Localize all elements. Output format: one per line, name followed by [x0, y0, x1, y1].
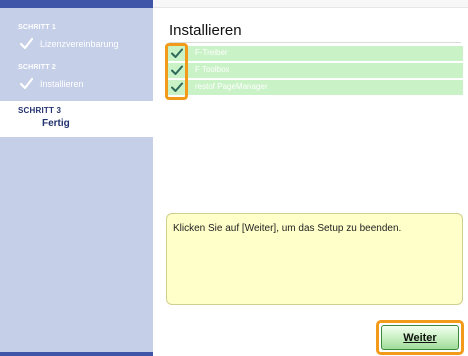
- list-item: F-Treiber: [167, 46, 463, 61]
- checkmarks-highlight: [165, 43, 188, 100]
- step-name: Installieren: [40, 79, 84, 89]
- check-icon: [20, 38, 33, 50]
- component-label: restof PageManager: [195, 82, 268, 91]
- step-sidebar: SCHRITT 1 Lizenzvereinbarung SCHRITT 2 I…: [0, 8, 153, 356]
- next-button-label: Weiter: [403, 331, 437, 344]
- top-bar: [0, 0, 468, 8]
- component-label: F-Treiber: [195, 48, 228, 57]
- check-icon: [20, 78, 33, 90]
- top-bar-rest: [153, 0, 468, 8]
- sidebar-step-2: SCHRITT 2 Installieren: [0, 60, 153, 94]
- sidebar-step-1: SCHRITT 1 Lizenzvereinbarung: [0, 20, 153, 54]
- step-number: SCHRITT 3: [18, 106, 62, 115]
- list-item: restof PageManager: [167, 80, 463, 95]
- component-label: F Toolbox: [195, 65, 230, 74]
- title-divider: [169, 42, 461, 43]
- step-number: SCHRITT 2: [18, 64, 56, 71]
- list-item: F Toolbox: [167, 63, 463, 78]
- main-panel: Installieren F-Treiber F Toolbox restof …: [153, 8, 468, 356]
- step-number: SCHRITT 1: [18, 24, 56, 31]
- message-text: Klicken Sie auf [Weiter], um das Setup z…: [173, 223, 402, 234]
- top-bar-accent: [0, 0, 153, 8]
- sidebar-bottom-stripe: [0, 352, 153, 356]
- page-title: Installieren: [169, 22, 242, 39]
- next-button[interactable]: Weiter: [381, 325, 459, 350]
- message-box: Klicken Sie auf [Weiter], um das Setup z…: [166, 213, 463, 305]
- step-name: Lizenzvereinbarung: [40, 39, 119, 49]
- installed-components-list: F-Treiber F Toolbox restof PageManager: [167, 46, 463, 97]
- step-name: Fertig: [42, 118, 70, 129]
- sidebar-step-3-current: SCHRITT 3 Fertig: [0, 101, 153, 137]
